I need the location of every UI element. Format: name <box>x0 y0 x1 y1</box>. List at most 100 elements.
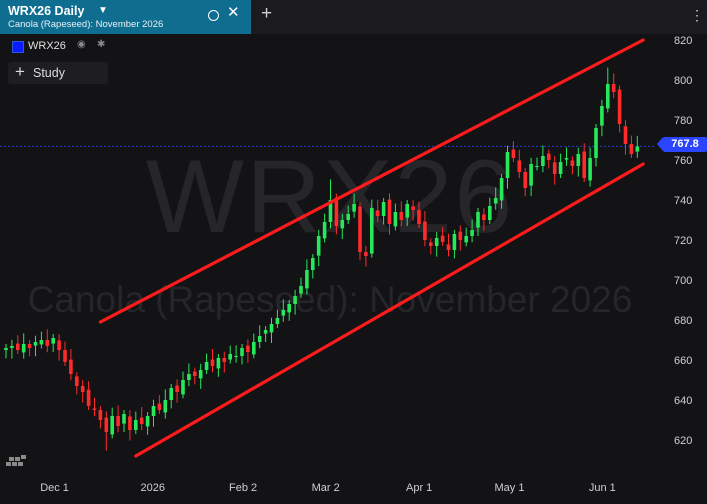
y-tick-label: 620 <box>674 435 693 447</box>
candle-body <box>493 198 498 204</box>
candle-body <box>488 206 492 220</box>
candle-body <box>529 164 533 186</box>
candle-body <box>151 406 156 416</box>
y-tick-label: 800 <box>674 75 693 87</box>
candle-body <box>63 350 67 362</box>
candle-body <box>216 358 221 369</box>
candle-body <box>311 258 315 270</box>
candle-body <box>181 380 185 395</box>
y-tick-label: 740 <box>674 195 693 207</box>
legend-symbol[interactable]: WRX26 <box>28 40 66 52</box>
candle-body <box>446 244 451 250</box>
y-tick-label: 640 <box>674 395 693 407</box>
candle-body <box>434 238 439 246</box>
eye-icon[interactable]: ◉ <box>77 39 86 50</box>
candle-body <box>346 214 350 220</box>
candle-body <box>157 403 162 410</box>
y-tick-label: 760 <box>674 155 693 167</box>
candle-body <box>281 310 286 316</box>
candle-body <box>57 340 61 350</box>
y-tick-label: 780 <box>674 115 693 127</box>
candle-body <box>305 270 309 289</box>
candle-body <box>511 149 516 158</box>
y-tick-label: 660 <box>674 355 693 367</box>
y-tick-label: 720 <box>674 235 693 247</box>
candle-body <box>33 342 38 346</box>
candle-body <box>228 354 232 360</box>
candle-body <box>27 344 32 348</box>
candle-body <box>257 336 262 342</box>
candle-body <box>582 151 586 178</box>
add-study-button[interactable]: + Study <box>8 62 108 84</box>
candle-body <box>145 416 150 427</box>
candle-body <box>187 374 191 380</box>
candle-body <box>10 346 14 348</box>
candle-body <box>611 84 616 92</box>
candle-body <box>139 417 144 424</box>
x-tick-label: Apr 1 <box>406 482 433 494</box>
candle-body <box>210 359 215 366</box>
candle-body <box>75 376 79 386</box>
plus-icon: + <box>15 62 25 81</box>
x-tick-label: Feb 2 <box>229 482 258 494</box>
candle-body <box>564 158 569 160</box>
candle-body <box>169 388 173 400</box>
candle-body <box>98 410 103 420</box>
candle-body <box>499 178 504 201</box>
candle-body <box>482 214 486 220</box>
gear-icon[interactable]: ✱ <box>97 39 105 50</box>
x-tick-label: 2026 <box>140 482 165 494</box>
candle-body <box>122 414 126 424</box>
candle-body <box>476 212 480 228</box>
candle-body <box>340 220 345 229</box>
candle-body <box>417 210 421 224</box>
candle-body <box>204 362 209 370</box>
candle-body <box>4 348 8 350</box>
candle-body <box>387 199 392 224</box>
candle-body <box>570 160 575 166</box>
candle-body <box>623 126 628 144</box>
candle-body <box>92 408 97 410</box>
candle-body <box>51 338 55 344</box>
x-tick-label: Mar 2 <box>311 482 340 494</box>
candle-body <box>263 330 268 334</box>
candle-body <box>547 153 551 160</box>
candle-body <box>269 324 274 333</box>
y-tick-label: 820 <box>674 35 693 47</box>
candle-body <box>39 340 44 345</box>
candle-body <box>352 204 356 212</box>
x-tick-label: Jun 1 <box>588 482 616 494</box>
legend-color-swatch[interactable] <box>12 41 24 53</box>
candle-body <box>576 154 581 166</box>
candle-body <box>110 416 114 435</box>
candle-body <box>375 210 380 216</box>
candle-body <box>458 231 463 240</box>
candle-body <box>104 417 109 432</box>
candle-body <box>505 152 510 178</box>
candle-body <box>440 235 445 242</box>
candle-body <box>588 158 592 181</box>
candle-body <box>334 197 339 226</box>
y-tick-label: 700 <box>674 275 693 287</box>
candle-body <box>429 242 433 246</box>
x-tick-label: Dec 1 <box>40 482 69 494</box>
candle-body <box>69 359 73 374</box>
candle-body <box>134 420 138 430</box>
candle-body <box>287 304 291 313</box>
candle-body <box>523 172 527 188</box>
y-tick-label: 680 <box>674 315 693 327</box>
candle-body <box>86 389 91 406</box>
candle-body <box>80 386 85 392</box>
candle-body <box>358 206 362 252</box>
candle-body <box>252 342 256 355</box>
candle-body <box>316 236 321 256</box>
candle-body <box>275 318 280 324</box>
candle-body <box>594 128 598 158</box>
trendline-upper-channel <box>98 38 645 324</box>
candle-body <box>600 106 604 126</box>
candle-body <box>45 340 50 346</box>
candle-body <box>411 206 415 210</box>
candle-body <box>541 156 545 166</box>
barchart-logo-icon <box>6 452 28 468</box>
candle-body <box>234 356 238 357</box>
